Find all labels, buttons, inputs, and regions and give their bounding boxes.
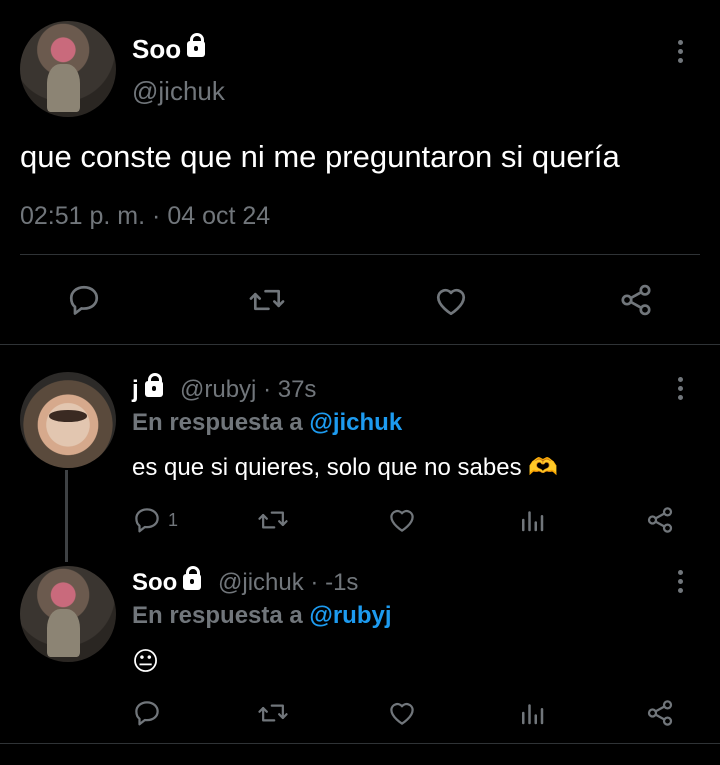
- reply-label: En respuesta a: [132, 602, 303, 629]
- retweet-icon: [258, 704, 288, 722]
- retweet-button[interactable]: [257, 505, 289, 535]
- separator: ·: [152, 202, 161, 230]
- separator: ·: [263, 376, 272, 403]
- share-icon: [647, 700, 673, 726]
- share-button[interactable]: [617, 282, 655, 318]
- retweet-icon: [249, 289, 285, 311]
- avatar[interactable]: [20, 21, 116, 117]
- display-name[interactable]: Soo: [132, 565, 202, 597]
- reply-button[interactable]: [132, 698, 162, 728]
- more-options-icon[interactable]: [671, 570, 691, 596]
- handle-and-time: @rubyj · 37s: [180, 376, 316, 404]
- retweet-button[interactable]: [248, 282, 286, 318]
- tweet-text: 😐: [132, 646, 160, 676]
- analytics-button[interactable]: [517, 698, 547, 728]
- share-button[interactable]: [644, 698, 676, 728]
- tweet-text: es que si quieres, solo que no sabes 🫶: [132, 454, 559, 481]
- analytics-icon: [522, 511, 544, 532]
- separator: ·: [310, 569, 319, 596]
- more-options-icon[interactable]: [671, 377, 691, 403]
- display-name-text: j: [132, 376, 139, 403]
- share-icon: [647, 507, 673, 533]
- display-name-text: Soo: [132, 569, 178, 596]
- handle[interactable]: @jichuk: [132, 76, 225, 107]
- more-options-icon[interactable]: [671, 40, 691, 66]
- main-tweet: Soo @jichuk que conste que ni me pregunt…: [0, 0, 720, 345]
- reply-label: En respuesta a: [132, 409, 303, 436]
- like-icon: [436, 288, 466, 316]
- thread-line: [65, 470, 68, 562]
- divider: [0, 743, 720, 744]
- handle[interactable]: @rubyj: [180, 376, 256, 403]
- share-button[interactable]: [644, 505, 676, 535]
- lock-icon: [183, 565, 202, 590]
- reply-icon: [135, 508, 159, 533]
- avatar[interactable]: [20, 372, 116, 468]
- handle[interactable]: @jichuk: [218, 569, 304, 596]
- reply-mention[interactable]: @jichuk: [309, 409, 402, 436]
- reply-button[interactable]: [66, 282, 102, 318]
- display-name-text: Soo: [132, 34, 182, 64]
- handle-and-time: @jichuk · -1s: [218, 569, 358, 597]
- reply-button[interactable]: 1: [132, 505, 178, 535]
- analytics-button[interactable]: [517, 505, 547, 535]
- like-button[interactable]: [386, 698, 418, 728]
- retweet-button[interactable]: [257, 698, 289, 728]
- display-name[interactable]: j: [132, 372, 163, 404]
- like-icon: [390, 702, 414, 725]
- tweet-text: que conste que ni me preguntaron si quer…: [20, 139, 620, 174]
- like-button[interactable]: [432, 283, 470, 319]
- divider: [20, 254, 700, 255]
- lock-icon: [187, 33, 206, 58]
- divider: [0, 344, 720, 345]
- retweet-icon: [258, 511, 288, 529]
- tweet-date: 04 oct 24: [167, 202, 271, 230]
- tweet-time: -1s: [325, 569, 359, 596]
- share-icon: [621, 284, 651, 316]
- tweet-time[interactable]: 02:51 p. m.: [20, 202, 145, 230]
- analytics-icon: [522, 704, 544, 725]
- reply-mention[interactable]: @rubyj: [309, 602, 391, 629]
- reply-icon: [135, 701, 159, 726]
- like-button[interactable]: [386, 505, 418, 535]
- avatar[interactable]: [20, 566, 116, 662]
- tweet-timestamp: 02:51 p. m. · 04 oct 24: [20, 202, 270, 231]
- tweet-time: 37s: [277, 376, 317, 403]
- display-name[interactable]: Soo: [132, 33, 206, 65]
- reply-count: 1: [168, 509, 179, 530]
- reply-context: En respuesta a @jichuk: [132, 409, 402, 437]
- like-icon: [390, 509, 414, 532]
- reply-context: En respuesta a @rubyj: [132, 602, 392, 630]
- reply-icon: [69, 285, 99, 315]
- lock-icon: [144, 372, 163, 397]
